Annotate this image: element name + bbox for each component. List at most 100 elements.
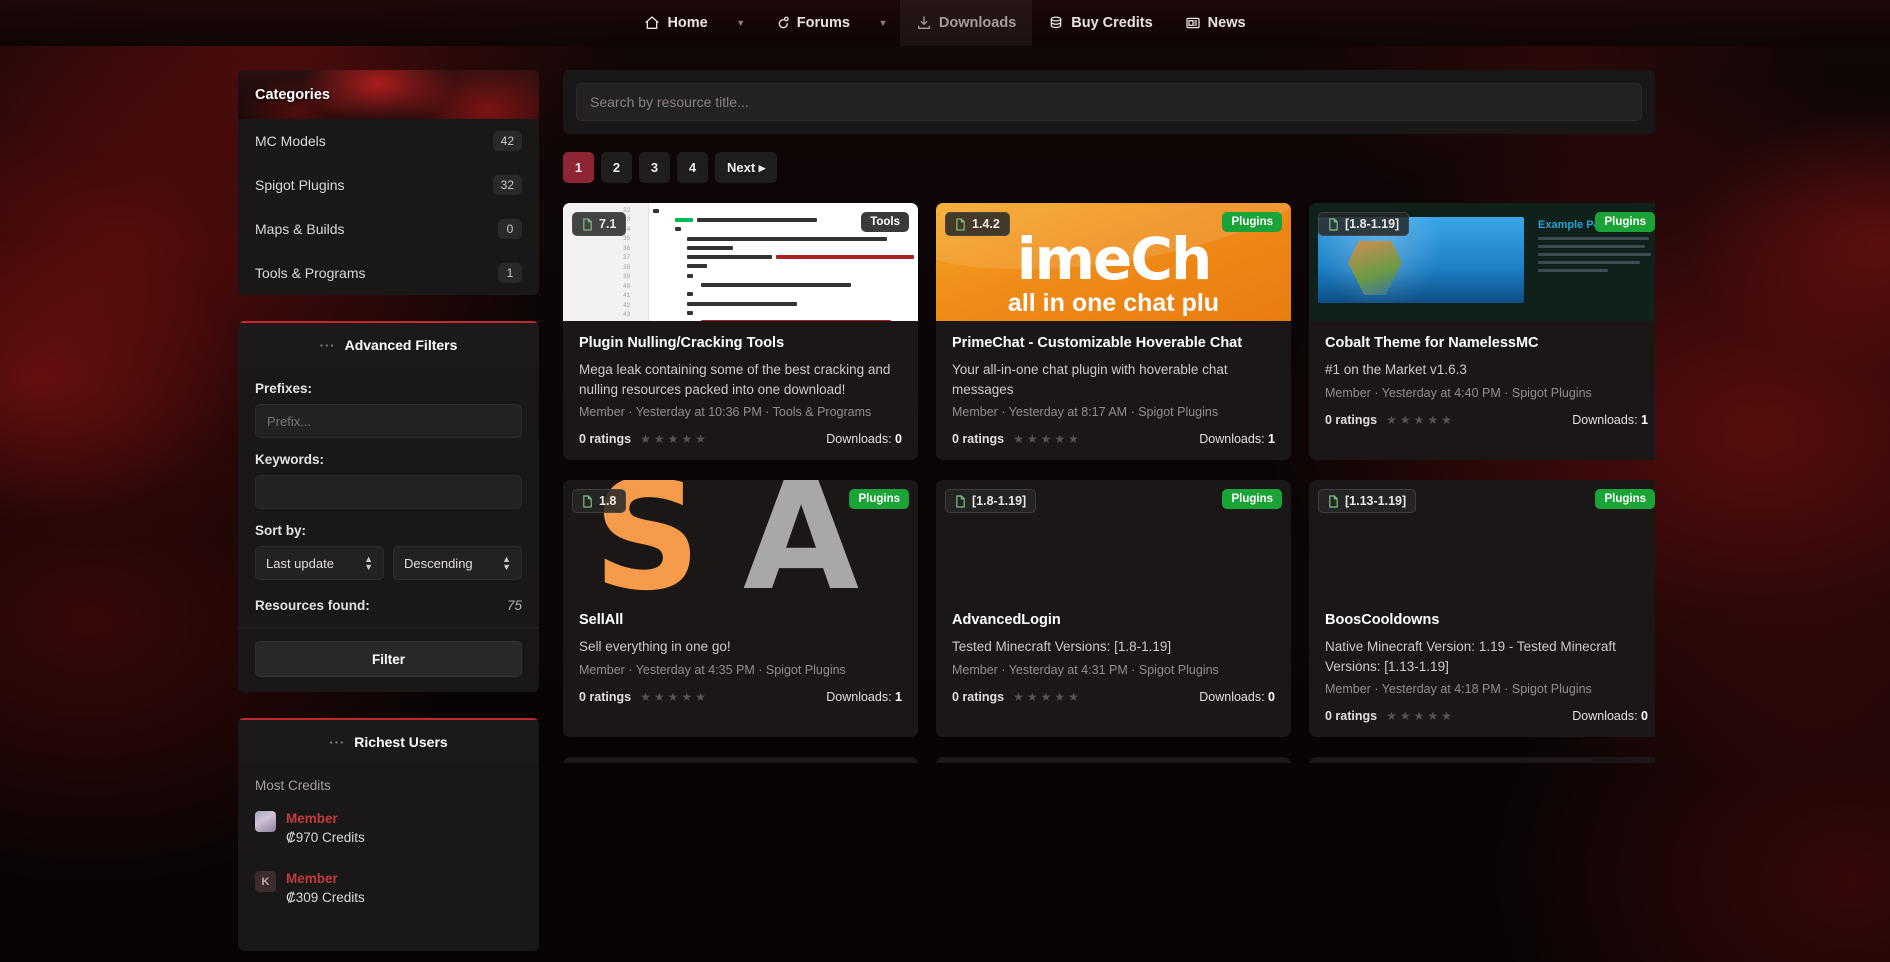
richest-user-name[interactable]: Member: [286, 811, 338, 826]
sidebar: Categories MC Models 42 Spigot Plugins 3…: [238, 70, 539, 962]
resource-title[interactable]: AdvancedLogin: [952, 612, 1275, 628]
chevron-down-icon-home[interactable]: ▼: [724, 0, 758, 46]
sidebar-item-maps-builds[interactable]: Maps & Builds 0: [238, 207, 539, 251]
version-badge: [1.8-1.19]: [945, 489, 1037, 514]
sort-field-select[interactable]: Last update ▲ ▼: [255, 546, 384, 580]
sidebar-item-tools-programs[interactable]: Tools & Programs 1: [238, 251, 539, 295]
resource-card-footer: 0 ratings ★★★★★ Downloads: 0: [1309, 696, 1655, 737]
resources-found-row: Resources found: 75: [238, 582, 539, 628]
richest-user-credits: ₡970 Credits: [286, 830, 365, 845]
rating-group: 0 ratings ★★★★★: [1325, 709, 1455, 723]
sort-direction-select[interactable]: Descending ▲ ▼: [393, 546, 522, 580]
richest-user-credits: ₡309 Credits: [286, 890, 365, 906]
resource-card[interactable]: [1.13-1.19] Plugins BoosCooldowns Native…: [1309, 480, 1655, 738]
resource-card[interactable]: limiterarsystem Claim glass protectionSe…: [563, 757, 918, 763]
resource-card-body: PrimeChat - Customizable Hoverable Chat …: [936, 321, 1291, 419]
resource-thumbnail: limiterarsystem Claim glass protectionSe…: [563, 757, 918, 763]
version-badge: [1.8-1.19]: [1318, 212, 1410, 236]
page-button-4[interactable]: 4: [677, 152, 708, 183]
chevron-down-icon-forums[interactable]: ▼: [866, 0, 900, 46]
downloads-count: 0: [1268, 689, 1275, 704]
resource-thumbnail: imeCh all in one chat plu 1.4.2 Plugins: [936, 203, 1291, 321]
page-button-3[interactable]: 3: [639, 152, 670, 183]
advanced-filters-panel: ··· Advanced Filters Prefixes: Keywords:…: [238, 321, 539, 692]
category-badge: Plugins: [1222, 212, 1282, 232]
downloads-label: Downloads:: [1199, 689, 1265, 704]
sidebar-item-mc-models[interactable]: MC Models 42: [238, 119, 539, 163]
resource-description: Sell everything in one go!: [579, 639, 731, 655]
resource-card-footer: 0 ratings ★★★★★ Downloads: 1: [563, 677, 918, 718]
category-badge: Plugins: [849, 489, 909, 510]
downloads-stat: Downloads: 0: [1572, 709, 1648, 723]
categories-title: Categories: [255, 86, 330, 103]
resource-card[interactable]: imeCh all in one chat plu 1.4.2 Plugins: [936, 203, 1291, 461]
version-label: 1.4.2: [972, 217, 1000, 231]
nav-item-downloads[interactable]: Downloads: [899, 0, 1033, 46]
advanced-filters-title: Advanced Filters: [344, 337, 458, 353]
sort-field-value: Last update: [266, 555, 334, 571]
downloads-count: 1: [1268, 432, 1275, 447]
resource-card[interactable]: 2.24.2 Plugins: [936, 757, 1291, 763]
nav-item-buy-credits[interactable]: Buy Credits: [1032, 0, 1168, 46]
nav-label-downloads: Downloads: [938, 15, 1017, 31]
keywords-input[interactable]: [255, 475, 522, 509]
sidebar-item-spigot-plugins[interactable]: Spigot Plugins 32: [238, 163, 539, 207]
search-input[interactable]: [576, 83, 1642, 121]
top-navigation: Home ▼ Forums ▼ Downloads Buy Credits Ne…: [0, 0, 1890, 46]
prefixes-label: Prefixes:: [255, 381, 313, 396]
file-icon: [1328, 495, 1339, 508]
version-badge: 7.1: [572, 212, 627, 236]
resource-title[interactable]: BoosCooldowns: [1325, 612, 1648, 628]
rating-group: 0 ratings ★★★★★: [579, 690, 709, 704]
resource-card[interactable]: LAST Plugins: [1309, 757, 1655, 763]
resource-card[interactable]: 32 33 34 35 36 37 38 39 40 41 42 43 7.1 …: [563, 203, 918, 461]
chevron-updown-icon: ▲ ▼: [502, 554, 511, 572]
ratings-count: 0 ratings: [952, 432, 1005, 447]
banner-subtext: all in one chat plu: [1007, 289, 1220, 317]
resource-card-footer: 0 ratings ★★★★★ Downloads: 0: [936, 677, 1291, 718]
resource-card[interactable]: SA 1.8 Plugins SellAll Sell everything i…: [563, 480, 918, 738]
page-button-2[interactable]: 2: [601, 152, 632, 183]
main-content: 1 2 3 4 Next ▸ 323334 353637 383940: [563, 70, 1655, 763]
resource-card[interactable]: Example Post [1.8-1.19] Plugins Cobalt T…: [1309, 203, 1655, 461]
nav-item-home[interactable]: Home: [628, 0, 723, 46]
file-icon: [955, 495, 966, 508]
nav-item-news[interactable]: News: [1169, 0, 1262, 46]
next-page-button[interactable]: Next ▸: [715, 152, 778, 183]
page-button-1[interactable]: 1: [563, 152, 594, 183]
resource-meta: Member · Yesterday at 4:31 PM · Spigot P…: [952, 662, 1219, 677]
nav-label-news: News: [1207, 15, 1246, 31]
resource-title[interactable]: Cobalt Theme for NamelessMC: [1325, 335, 1648, 351]
version-label: [1.8-1.19]: [972, 494, 1027, 509]
list-item[interactable]: Member ₡970 Credits: [255, 810, 522, 848]
prefix-input[interactable]: [255, 404, 522, 438]
resource-card[interactable]: [1.8-1.19] Plugins AdvancedLogin Tested …: [936, 480, 1291, 738]
resource-title[interactable]: SellAll: [579, 612, 902, 628]
avatar[interactable]: K: [255, 871, 276, 893]
star-rating-icon: ★★★★★: [1386, 709, 1455, 724]
downloads-label: Downloads:: [1572, 412, 1638, 427]
list-item[interactable]: K Member ₡309 Credits: [255, 870, 522, 908]
resource-title[interactable]: PrimeChat - Customizable Hoverable Chat: [952, 335, 1275, 351]
dots-icon: ···: [319, 337, 336, 353]
version-label: [1.8-1.19]: [1345, 217, 1400, 231]
home-icon: [644, 15, 660, 31]
sort-by-label: Sort by:: [255, 523, 307, 538]
category-label: Maps & Builds: [255, 221, 345, 237]
resource-card-body: SellAll Sell everything in one go! Membe…: [563, 598, 918, 677]
downloads-stat: Downloads: 0: [1199, 690, 1275, 704]
richest-users-title: Richest Users: [354, 734, 448, 750]
star-rating-icon: ★★★★★: [640, 689, 709, 704]
resource-description: Mega leak containing some of the best cr…: [579, 362, 891, 397]
version-badge: [1.13-1.19]: [1318, 489, 1417, 514]
resource-title[interactable]: Plugin Nulling/Cracking Tools: [579, 335, 902, 351]
filter-button[interactable]: Filter: [255, 641, 522, 677]
ratings-count: 0 ratings: [579, 689, 632, 704]
avatar[interactable]: [255, 811, 276, 832]
category-count: 0: [498, 219, 522, 239]
resource-card-body: Cobalt Theme for NamelessMC #1 on the Ma…: [1309, 321, 1655, 400]
file-icon: [582, 217, 593, 231]
richest-user-name[interactable]: Member: [286, 871, 338, 886]
version-label: [1.13-1.19]: [1345, 494, 1407, 509]
nav-item-forums[interactable]: Forums: [758, 0, 866, 46]
